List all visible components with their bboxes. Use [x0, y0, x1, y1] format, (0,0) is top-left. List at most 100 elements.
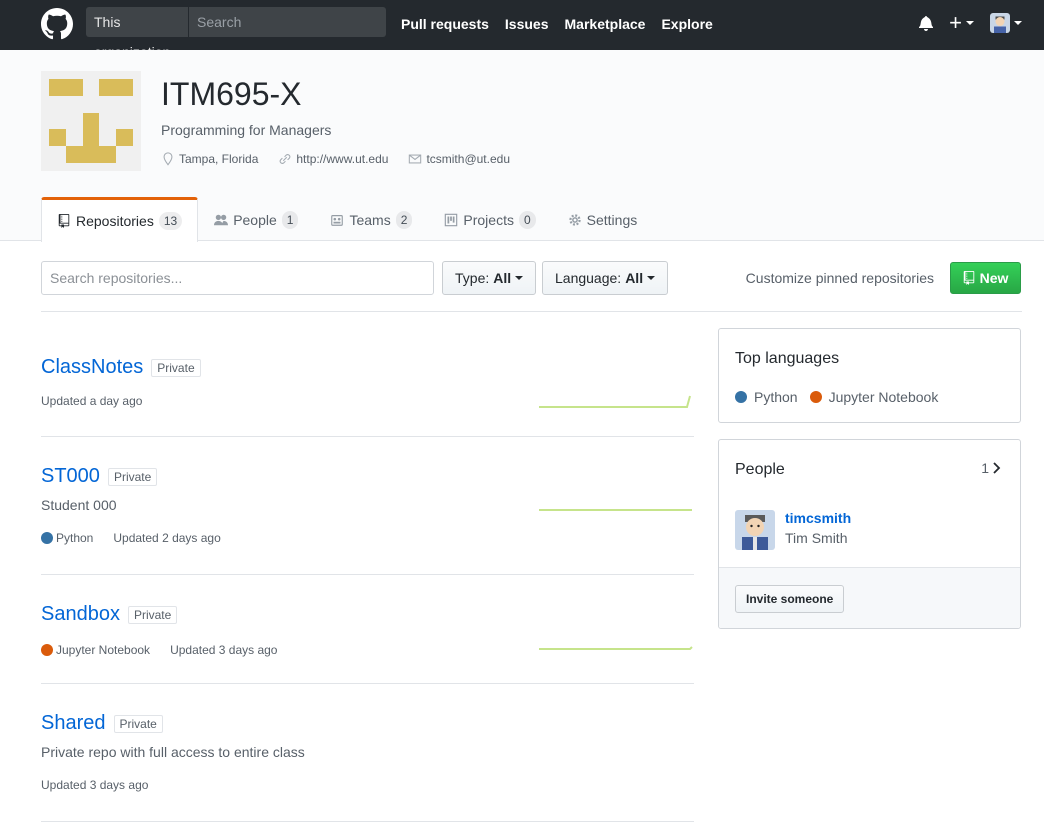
private-badge: Private: [107, 467, 158, 486]
repo-item-sandbox: Sandbox Private Jupyter Notebook Updated…: [41, 603, 694, 684]
org-header: ITM695-X Programming for Managers Tampa,…: [0, 50, 1044, 242]
repo-icon: [58, 214, 70, 228]
tab-teams[interactable]: Teams 2: [314, 197, 428, 241]
tab-people-count: 1: [281, 210, 299, 229]
language-name: Jupyter Notebook: [828, 389, 939, 405]
org-email: tcsmith@ut.edu: [408, 152, 510, 166]
project-icon: [445, 213, 458, 226]
repo-language: Jupyter Notebook: [41, 643, 150, 657]
nav-issues[interactable]: Issues: [505, 16, 549, 32]
repo-updated: Updated 3 days ago: [170, 643, 278, 657]
org-meta: Tampa, Florida http://www.ut.edu tcsmith…: [161, 152, 510, 166]
repo-updated: Updated a day ago: [41, 394, 143, 408]
user-menu[interactable]: [990, 13, 1022, 33]
tab-repositories-count: 13: [158, 212, 183, 230]
repo-title: Shared Private: [41, 712, 694, 735]
org-location-text: Tampa, Florida: [179, 152, 259, 166]
private-badge: Private: [151, 358, 201, 377]
chevron-right-icon: [993, 462, 1001, 474]
repo-title: Sandbox Private: [41, 603, 694, 626]
people-icon: [214, 214, 229, 225]
people-count-link[interactable]: 1: [981, 460, 1002, 476]
nav-explore[interactable]: Explore: [661, 16, 712, 32]
tab-teams-count: 2: [395, 210, 413, 229]
private-badge: Private: [127, 605, 178, 624]
repo-language: Python: [41, 531, 93, 545]
repo-name-link[interactable]: ST000: [41, 465, 100, 488]
header-actions: +: [919, 12, 1022, 34]
language-color-dot: [41, 644, 53, 656]
repo-search-input[interactable]: [41, 261, 434, 295]
nav-pull-requests[interactable]: Pull requests: [401, 16, 489, 32]
language-color-dot: [41, 532, 53, 544]
location-icon: [163, 152, 173, 166]
repo-meta: Python Updated 2 days ago: [41, 531, 694, 545]
repo-name-link[interactable]: Sandbox: [41, 603, 120, 626]
people-title: People: [735, 461, 785, 478]
member-info: timcsmith Tim Smith: [785, 510, 851, 550]
activity-sparkline: [539, 509, 692, 511]
tab-projects-count: 0: [518, 210, 536, 229]
org-description: Programming for Managers: [161, 122, 332, 138]
org-website-link[interactable]: http://www.ut.edu: [296, 152, 388, 166]
type-filter-value: All: [493, 270, 512, 286]
mail-icon: [409, 154, 422, 164]
github-logo-icon[interactable]: [41, 8, 73, 40]
org-website: http://www.ut.edu: [278, 152, 388, 166]
tab-teams-label: Teams: [349, 211, 391, 228]
member-full-name: Tim Smith: [785, 530, 848, 546]
repo-updated: Updated 2 days ago: [113, 531, 221, 545]
language-filter-label: Language:: [555, 270, 622, 286]
type-filter-button[interactable]: Type: All: [442, 261, 537, 295]
member-login-link[interactable]: timcsmith: [785, 510, 851, 526]
language-name: Python: [754, 389, 798, 405]
plus-icon: +: [949, 10, 962, 35]
language-color-dot: [809, 391, 822, 403]
repo-title: ST000 Private: [41, 465, 694, 488]
people-box-footer: Invite someone: [719, 567, 1020, 628]
chevron-down-icon: [515, 276, 524, 280]
member-item: timcsmith Tim Smith: [735, 510, 851, 550]
type-filter-label: Type:: [455, 270, 490, 286]
teams-icon: [331, 214, 344, 226]
repo-item-classnotes: ClassNotes Private Updated a day ago: [41, 356, 694, 437]
tab-settings-label: Settings: [586, 211, 638, 228]
repo-item-shared: Shared Private Private repo with full ac…: [41, 712, 694, 822]
customize-pinned-link[interactable]: Customize pinned repositories: [746, 270, 934, 286]
tab-settings[interactable]: Settings: [552, 197, 654, 241]
create-new-menu[interactable]: +: [949, 12, 974, 34]
top-languages-title: Top languages: [735, 350, 840, 367]
repo-name-link[interactable]: Shared: [41, 712, 106, 735]
tab-projects[interactable]: Projects 0: [428, 197, 551, 241]
global-search: This organization: [86, 7, 386, 60]
private-badge: Private: [113, 714, 163, 733]
tab-people[interactable]: People 1: [198, 197, 314, 241]
org-avatar: [41, 71, 141, 171]
language-filter-button[interactable]: Language: All: [542, 261, 669, 295]
chevron-down-icon: [966, 21, 974, 25]
repo-item-st000: ST000 Private Student 000 Python Updated…: [41, 465, 694, 575]
divider: [41, 311, 1022, 312]
repo-description: Private repo with full access to entire …: [41, 744, 305, 760]
language-python[interactable]: Python: [735, 389, 798, 405]
top-languages-box: Top languages Python Jupyter Notebook: [718, 328, 1021, 423]
org-email-link[interactable]: tcsmith@ut.edu: [426, 152, 510, 166]
language-jupyter-notebook[interactable]: Jupyter Notebook: [809, 389, 939, 405]
avatar[interactable]: [735, 510, 775, 550]
activity-sparkline: [539, 646, 693, 650]
global-header: This organization Pull requests Issues M…: [0, 0, 1044, 60]
repo-updated: Updated 3 days ago: [41, 778, 149, 792]
new-repo-label: New: [979, 270, 1009, 286]
gear-icon: [568, 213, 581, 226]
search-scope-label[interactable]: This organization: [86, 7, 189, 60]
invite-someone-button[interactable]: Invite someone: [735, 585, 845, 613]
new-repo-button[interactable]: New: [950, 262, 1021, 294]
nav-marketplace[interactable]: Marketplace: [565, 16, 646, 32]
link-icon: [280, 154, 291, 164]
repo-icon: [963, 271, 974, 285]
avatar: [990, 13, 1010, 33]
global-search-input[interactable]: [189, 8, 386, 36]
repo-name-link[interactable]: ClassNotes: [41, 356, 143, 379]
tab-repositories[interactable]: Repositories 13: [41, 197, 199, 242]
bell-icon[interactable]: [919, 15, 934, 31]
